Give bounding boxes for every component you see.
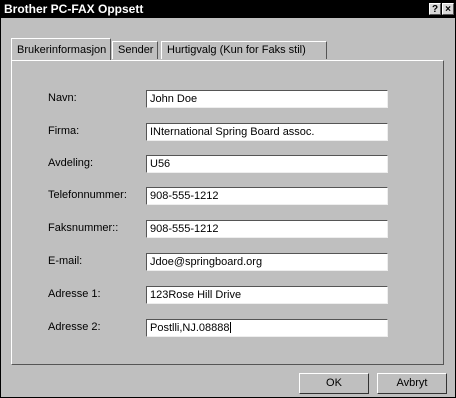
department-label: Avdeling:	[48, 157, 94, 169]
phone-field[interactable]: 908-555-1212	[146, 187, 388, 205]
name-field[interactable]: John Doe	[146, 90, 388, 108]
address2-value: Postlli,NJ.08888	[150, 322, 230, 334]
name-label: Navn:	[48, 92, 77, 104]
address2-label: Adresse 2:	[48, 321, 101, 333]
address1-field[interactable]: 123Rose Hill Drive	[146, 286, 388, 304]
tab-panel: Navn: John Doe Firma: INternational Spri…	[11, 60, 444, 365]
dialog-window: Brother PC-FAX Oppsett ? × Navn: John Do…	[0, 0, 456, 398]
text-caret	[229, 322, 231, 333]
ok-button[interactable]: OK	[299, 373, 369, 394]
title-bar: Brother PC-FAX Oppsett ? ×	[1, 1, 455, 18]
window-title: Brother PC-FAX Oppsett	[4, 2, 144, 16]
address2-field[interactable]: Postlli,NJ.08888	[146, 319, 388, 337]
tab-sender[interactable]: Sender	[112, 41, 158, 59]
close-button[interactable]: ×	[442, 3, 454, 15]
address1-label: Adresse 1:	[48, 288, 101, 300]
company-label: Firma:	[48, 125, 80, 137]
fax-field[interactable]: 908-555-1212	[146, 220, 388, 238]
help-button[interactable]: ?	[429, 3, 441, 15]
fax-label: Faksnummer::	[48, 222, 119, 234]
cancel-button[interactable]: Avbryt	[377, 373, 447, 394]
department-field[interactable]: U56	[146, 155, 388, 173]
tab-hurtigvalg[interactable]: Hurtigvalg (Kun for Faks stil)	[161, 41, 327, 59]
phone-label: Telefonnummer:	[48, 189, 127, 201]
email-field[interactable]: Jdoe@springboard.org	[146, 253, 388, 271]
tab-brukerinformasjon[interactable]: Brukerinformasjon	[11, 38, 111, 60]
email-label: E-mail:	[48, 255, 83, 267]
company-field[interactable]: INternational Spring Board assoc.	[146, 123, 388, 141]
